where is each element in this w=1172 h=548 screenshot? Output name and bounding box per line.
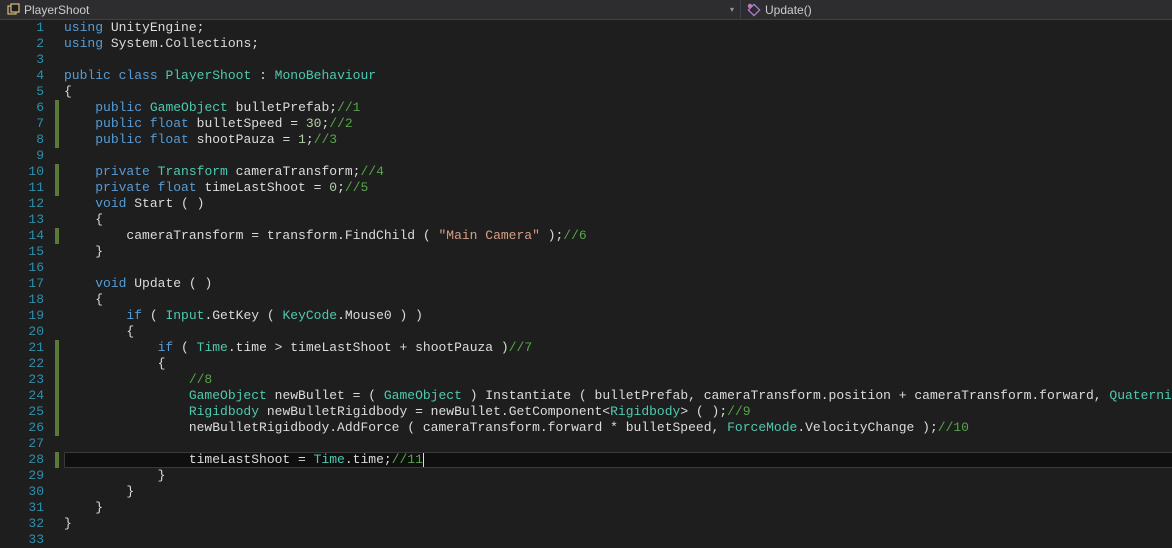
line-number: 17 (0, 276, 44, 292)
line-number: 33 (0, 532, 44, 548)
line-number: 19 (0, 308, 44, 324)
line-number: 9 (0, 148, 44, 164)
line-number: 8 (0, 132, 44, 148)
code-line[interactable]: } (64, 468, 1172, 484)
line-number: 15 (0, 244, 44, 260)
code-line[interactable]: { (64, 84, 1172, 100)
member-dropdown[interactable]: Update() (741, 3, 812, 17)
code-line[interactable]: } (64, 516, 1172, 532)
code-line[interactable]: timeLastShoot = Time.time;//11 (64, 452, 1172, 468)
code-line[interactable]: private float timeLastShoot = 0;//5 (64, 180, 1172, 196)
code-line[interactable]: void Update ( ) (64, 276, 1172, 292)
line-number: 25 (0, 404, 44, 420)
code-line[interactable]: if ( Time.time > timeLastShoot + shootPa… (64, 340, 1172, 356)
code-line[interactable] (64, 148, 1172, 164)
code-editor[interactable]: 1234567891011121314151617181920212223242… (0, 20, 1172, 545)
code-line[interactable]: private Transform cameraTransform;//4 (64, 164, 1172, 180)
line-number: 23 (0, 372, 44, 388)
class-icon (6, 3, 20, 17)
line-number: 5 (0, 84, 44, 100)
navigation-bar: PlayerShoot ▾ Update() (0, 0, 1172, 20)
code-line[interactable]: using UnityEngine; (64, 20, 1172, 36)
method-icon (747, 3, 761, 17)
line-number: 16 (0, 260, 44, 276)
code-line[interactable]: { (64, 292, 1172, 308)
line-number: 14 (0, 228, 44, 244)
line-number: 27 (0, 436, 44, 452)
line-number: 4 (0, 68, 44, 84)
code-line[interactable]: { (64, 324, 1172, 340)
code-area[interactable]: using UnityEngine;using System.Collectio… (60, 20, 1172, 545)
code-line[interactable]: using System.Collections; (64, 36, 1172, 52)
line-number: 28 (0, 452, 44, 468)
line-number: 11 (0, 180, 44, 196)
line-number: 20 (0, 324, 44, 340)
method-name: Update() (765, 3, 812, 17)
line-number: 18 (0, 292, 44, 308)
line-number: 26 (0, 420, 44, 436)
code-line[interactable]: public GameObject bulletPrefab;//1 (64, 100, 1172, 116)
line-number: 6 (0, 100, 44, 116)
code-line[interactable]: Rigidbody newBulletRigidbody = newBullet… (64, 404, 1172, 420)
code-line[interactable]: //8 (64, 372, 1172, 388)
code-line[interactable]: public float bulletSpeed = 30;//2 (64, 116, 1172, 132)
code-line[interactable]: { (64, 212, 1172, 228)
chevron-down-icon: ▾ (730, 5, 734, 14)
line-number-gutter: 1234567891011121314151617181920212223242… (0, 20, 54, 545)
code-line[interactable]: } (64, 244, 1172, 260)
code-line[interactable]: public class PlayerShoot : MonoBehaviour (64, 68, 1172, 84)
line-number: 13 (0, 212, 44, 228)
line-number: 31 (0, 500, 44, 516)
line-number: 2 (0, 36, 44, 52)
line-number: 32 (0, 516, 44, 532)
line-number: 30 (0, 484, 44, 500)
line-number: 24 (0, 388, 44, 404)
code-line[interactable]: { (64, 356, 1172, 372)
code-line[interactable]: void Start ( ) (64, 196, 1172, 212)
code-line[interactable] (64, 260, 1172, 276)
code-line[interactable] (64, 52, 1172, 68)
code-line[interactable]: } (64, 484, 1172, 500)
code-line[interactable]: public float shootPauza = 1;//3 (64, 132, 1172, 148)
code-line[interactable]: GameObject newBullet = ( GameObject ) In… (64, 388, 1172, 404)
line-number: 29 (0, 468, 44, 484)
line-number: 10 (0, 164, 44, 180)
line-number: 7 (0, 116, 44, 132)
code-line[interactable]: newBulletRigidbody.AddForce ( cameraTran… (64, 420, 1172, 436)
line-number: 22 (0, 356, 44, 372)
code-line[interactable]: cameraTransform = transform.FindChild ( … (64, 228, 1172, 244)
text-cursor (423, 453, 424, 467)
code-line[interactable]: } (64, 500, 1172, 516)
class-name: PlayerShoot (24, 3, 89, 17)
code-line[interactable] (64, 532, 1172, 548)
code-line[interactable]: if ( Input.GetKey ( KeyCode.Mouse0 ) ) (64, 308, 1172, 324)
line-number: 12 (0, 196, 44, 212)
line-number: 1 (0, 20, 44, 36)
line-number: 3 (0, 52, 44, 68)
class-dropdown[interactable]: PlayerShoot ▾ (0, 3, 740, 17)
code-line[interactable] (64, 436, 1172, 452)
line-number: 21 (0, 340, 44, 356)
